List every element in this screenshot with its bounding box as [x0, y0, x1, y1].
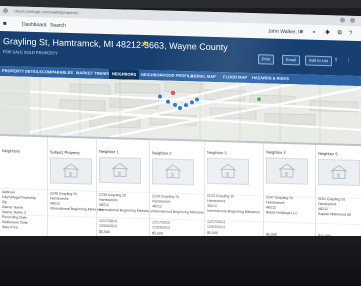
cell-date1: 12/17/2013 [99, 218, 117, 224]
column-divider [263, 143, 264, 246]
cell-owner: Kaplan Mahmood Ali [318, 211, 351, 217]
park-marker-icon [256, 96, 262, 102]
street-map [0, 76, 361, 145]
cell-address: 2245 Grayling St [50, 191, 77, 197]
row-label-settlement-date: Settlement Date [2, 220, 28, 225]
cell-address: 2213 Grayling St [207, 193, 234, 199]
neighbor-title: Neighbor 2 [152, 150, 172, 156]
cell-owner: International Beginning Ministries [152, 209, 205, 215]
profile-icon[interactable] [350, 17, 355, 23]
cell-zip: 48212 [266, 205, 276, 210]
cell-zip: 48212 [318, 206, 328, 212]
cell-owner: International Beginning Ministries [99, 207, 152, 214]
row-label-zip: Zip [2, 200, 7, 205]
cell-owner: Bamir Holdings LLC [266, 210, 298, 216]
cell-date2: 12/03/2013 [99, 223, 117, 229]
monitor-bezel-bottom [0, 236, 361, 286]
extension-icon[interactable] [340, 17, 345, 23]
cell-price: $5,500 [207, 230, 218, 236]
cell-date2: 12/03/2013 [152, 225, 170, 230]
nav-search[interactable]: Search [50, 22, 66, 28]
column-divider [96, 138, 97, 241]
neighbor-title: Neighbor 3 [207, 149, 227, 156]
cell-city: Hamtramck [266, 200, 285, 205]
row-label-recording-date: Recording Date [2, 215, 27, 220]
help-icon[interactable]: ? [349, 31, 352, 37]
cell-zip: 48212 [99, 202, 109, 208]
cell-address: 2243 Grayling St [152, 194, 179, 199]
cell-city: Hamtramck [152, 199, 171, 204]
screen: cloud.corelogic.com/realist/property/...… [0, 6, 361, 247]
cell-date2: 12/03/2013 [207, 224, 225, 230]
house-thumbnail-icon[interactable] [152, 158, 194, 186]
more-icon[interactable]: ⋮ [346, 58, 351, 64]
cell-address: 2247 Grayling St [266, 195, 293, 201]
cell-city: Hamtramck [99, 197, 118, 203]
subject-property-marker-icon[interactable] [170, 89, 176, 96]
cell-city: Hamtramck [318, 201, 337, 207]
bookmark-icon[interactable]: ▪ [313, 30, 315, 36]
house-thumbnail-icon[interactable] [207, 157, 249, 185]
cell-city: Hamtramck [207, 198, 226, 204]
cell-price: $5,500 [99, 229, 110, 235]
row-label-sale-price: Sale Price [2, 225, 19, 230]
row-label-address: Address [2, 190, 16, 195]
share-icon[interactable]: ⇪ [334, 57, 338, 63]
row-divider [0, 214, 361, 226]
column-divider [149, 140, 150, 243]
cart-icon[interactable]: ≡ [300, 29, 304, 35]
cell-owner: International Beginning Ministries [50, 206, 103, 212]
add-to-list-button[interactable]: Add to List [305, 55, 332, 67]
user-name[interactable]: John Walker, III [268, 28, 302, 35]
home-icon[interactable]: ■ [3, 21, 7, 27]
email-button[interactable]: Email [282, 54, 301, 66]
cell-zip: 48212 [207, 203, 217, 209]
section-label: Neighbors [2, 148, 21, 154]
nav-dashboard[interactable]: Dashboard [22, 22, 46, 29]
cell-city: Hamtramck [50, 196, 69, 201]
neighbor-title: Neighbor 1 [99, 148, 119, 155]
column-divider [47, 137, 48, 240]
favorite-star-icon[interactable]: ★ [141, 39, 148, 48]
cell-price: $5,500 [152, 231, 163, 236]
url-text[interactable]: cloud.corelogic.com/realist/property/... [14, 8, 81, 15]
cell-owner: International Beginning Ministries [207, 208, 260, 215]
reload-icon[interactable] [3, 8, 8, 14]
neighbors-map[interactable] [0, 76, 361, 145]
settings-icon[interactable]: ⚙ [337, 30, 342, 36]
house-thumbnail-icon[interactable] [318, 158, 360, 187]
cell-address: 2239 Grayling St [99, 192, 126, 198]
print-button[interactable]: Print [258, 54, 275, 65]
tab-flood-map[interactable]: FLOOD MAP [223, 72, 247, 83]
property-badges: FOR SALE SOLD PROPERTY [3, 49, 58, 56]
column-divider [204, 141, 205, 244]
house-thumbnail-icon[interactable] [266, 157, 308, 185]
house-thumbnail-icon[interactable] [50, 157, 92, 185]
cell-zip: 48212 [152, 204, 162, 209]
subject-property-title: Subject Property [50, 149, 80, 156]
house-thumbnail-icon[interactable] [99, 156, 141, 184]
neighbor-title: Neighbor 4 [266, 149, 286, 155]
cell-zip: 48212 [50, 201, 60, 206]
row-label-owner: Owner Name [2, 205, 24, 210]
cell-address: 2251 Grayling St [318, 196, 345, 202]
row-label-city: City/Village/Township [2, 195, 36, 201]
column-divider [315, 144, 316, 247]
neighbor-title: Neighbor 5 [318, 150, 338, 157]
neighbors-comparison-table: Neighbors Address City/Village/Township … [0, 134, 361, 247]
cell-date1: 12/17/2013 [152, 220, 170, 225]
gear-icon[interactable]: ✱ [325, 30, 330, 36]
cell-date1: 12/17/2013 [207, 219, 225, 225]
tab-aerial-map[interactable]: AERIAL MAP [191, 71, 216, 82]
